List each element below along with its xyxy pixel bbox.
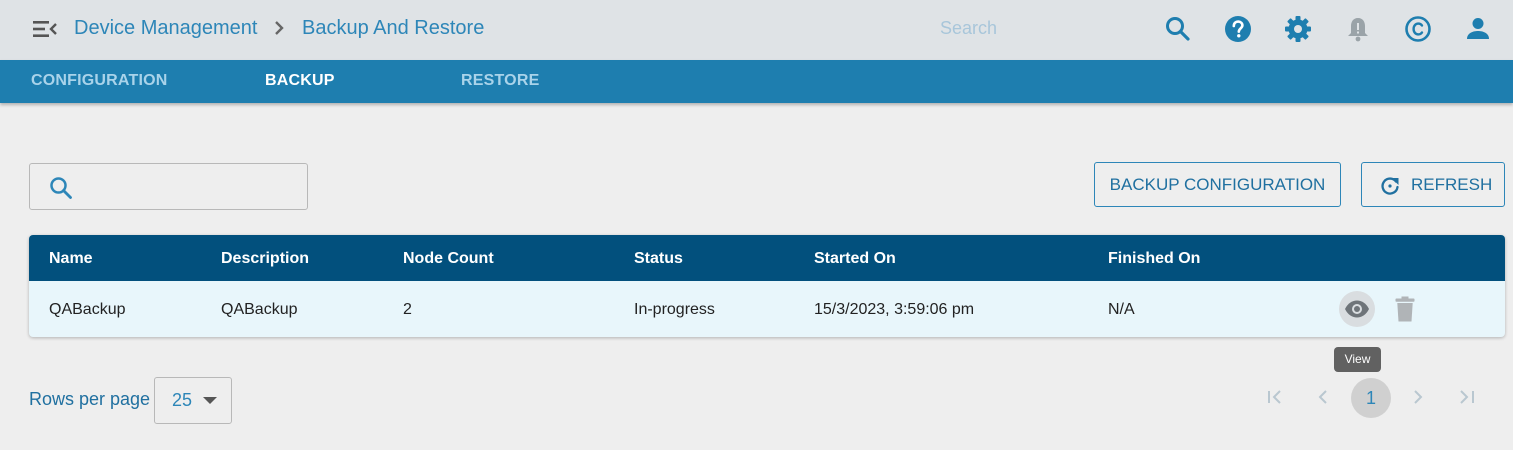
table-header: Name Description Node Count Status Start… — [29, 235, 1505, 281]
rows-per-page-value: 25 — [172, 390, 193, 410]
menu-collapse-icon[interactable] — [30, 16, 58, 42]
view-button[interactable] — [1339, 291, 1375, 327]
table-search-field[interactable] — [29, 163, 308, 210]
top-app-bar: Device Management Backup And Restore — [0, 0, 1513, 60]
tab-configuration[interactable]: CONFIGURATION — [31, 72, 168, 90]
help-icon[interactable] — [1223, 14, 1253, 44]
table-search-input[interactable] — [90, 174, 290, 200]
backup-configuration-button[interactable]: BACKUP CONFIGURATION — [1094, 162, 1341, 207]
search-input[interactable] — [940, 18, 1140, 39]
rows-per-page-label: Rows per page — [29, 389, 151, 409]
previous-page-icon[interactable] — [1311, 384, 1335, 410]
cell-name: QABackup — [49, 301, 126, 318]
next-page-icon[interactable] — [1406, 384, 1430, 410]
delete-icon[interactable] — [1395, 296, 1415, 322]
cell-status: In-progress — [634, 301, 715, 318]
caret-down-icon — [203, 397, 217, 404]
backup-table: Name Description Node Count Status Start… — [29, 235, 1505, 337]
gear-icon[interactable] — [1283, 14, 1313, 44]
refresh-button-label: REFRESH — [1411, 175, 1493, 194]
refresh-icon — [1381, 177, 1399, 195]
view-tooltip: View — [1334, 347, 1381, 372]
bell-icon[interactable] — [1343, 14, 1373, 44]
user-icon[interactable] — [1463, 14, 1493, 44]
cell-description: QABackup — [221, 301, 298, 318]
search-icon — [50, 177, 72, 199]
column-header-node-count[interactable]: Node Count — [403, 250, 494, 268]
page-number-current[interactable]: 1 — [1351, 378, 1391, 418]
last-page-icon[interactable] — [1454, 384, 1478, 410]
cell-node-count: 2 — [403, 301, 412, 318]
tab-restore[interactable]: RESTORE — [461, 72, 539, 90]
copyright-icon[interactable] — [1403, 14, 1433, 44]
column-header-status[interactable]: Status — [634, 250, 683, 268]
cell-finished-on: N/A — [1108, 301, 1135, 318]
tab-backup[interactable]: BACKUP — [265, 72, 335, 90]
view-icon — [1345, 300, 1369, 318]
rows-per-page-select[interactable]: 25 — [154, 377, 232, 424]
table-row[interactable]: QABackup QABackup 2 In-progress 15/3/202… — [29, 281, 1505, 337]
column-header-started-on[interactable]: Started On — [814, 250, 896, 268]
column-header-description[interactable]: Description — [221, 250, 309, 268]
breadcrumb-device-management[interactable]: Device Management — [74, 17, 257, 39]
chevron-right-icon — [275, 21, 284, 35]
column-header-name[interactable]: Name — [49, 250, 93, 268]
column-header-finished-on[interactable]: Finished On — [1108, 250, 1200, 268]
tab-bar: CONFIGURATION BACKUP RESTORE — [0, 60, 1513, 103]
first-page-icon[interactable] — [1264, 384, 1288, 410]
refresh-button[interactable]: REFRESH — [1361, 162, 1505, 207]
breadcrumb-backup-and-restore[interactable]: Backup And Restore — [302, 17, 484, 39]
cell-started-on: 15/3/2023, 3:59:06 pm — [814, 301, 975, 318]
search-icon[interactable] — [1163, 14, 1193, 44]
